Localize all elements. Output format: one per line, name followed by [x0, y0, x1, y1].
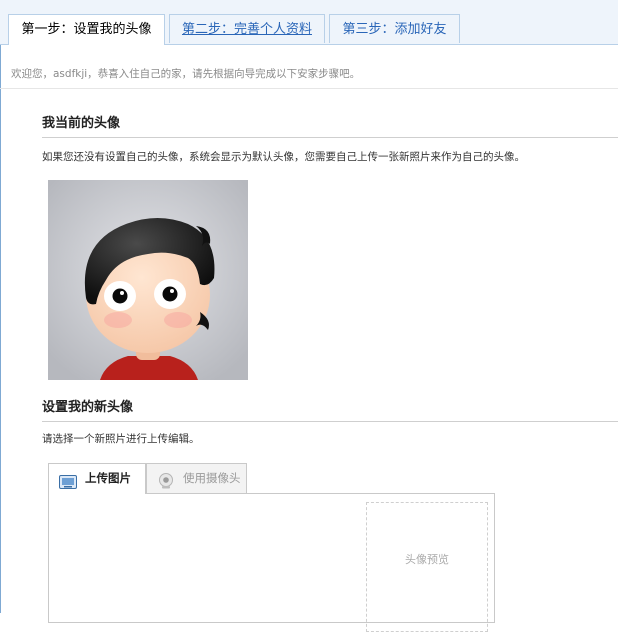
tab-upload-picture-label: 上传图片 [85, 471, 131, 485]
upload-panel: 头像预览 [48, 493, 495, 632]
current-avatar-title: 我当前的头像 [42, 116, 121, 131]
tab-use-webcam[interactable]: 使用摄像头 [146, 463, 247, 493]
picture-icon [59, 471, 77, 489]
default-avatar-illustration [48, 180, 248, 380]
tab-step1-set-avatar[interactable]: 第一步：设置我的头像 [8, 14, 165, 45]
tab-upload-picture[interactable]: 上传图片 [48, 463, 146, 494]
current-avatar-description: 如果您还没有设置自己的头像，系统会显示为默认头像，您需要自己上传一张新照片来作为… [42, 151, 525, 163]
welcome-message: 欢迎您，asdfkji，恭喜入住自己的家，请先根据向导完成以下安家步骤吧。 [11, 68, 361, 80]
left-border [0, 0, 1, 613]
new-avatar-description: 请选择一个新照片进行上传编辑。 [42, 433, 200, 445]
webcam-icon [157, 471, 175, 489]
avatar-upload-widget: 上传图片 使用摄像头 头像预览 [48, 463, 495, 632]
step-tab-bar: 第一步：设置我的头像 第二步：完善个人资料 第三步：添加好友 [0, 0, 618, 45]
avatar-preview-label: 头像预览 [405, 553, 449, 566]
divider [42, 421, 618, 422]
divider [42, 137, 618, 138]
current-avatar-image [48, 180, 248, 380]
tab-use-webcam-label: 使用摄像头 [183, 471, 241, 485]
new-avatar-title: 设置我的新头像 [42, 400, 134, 415]
tab-step3-add-friends[interactable]: 第三步：添加好友 [329, 14, 460, 43]
tab-step2-complete-profile[interactable]: 第二步：完善个人资料 [169, 14, 325, 43]
divider [0, 88, 618, 89]
